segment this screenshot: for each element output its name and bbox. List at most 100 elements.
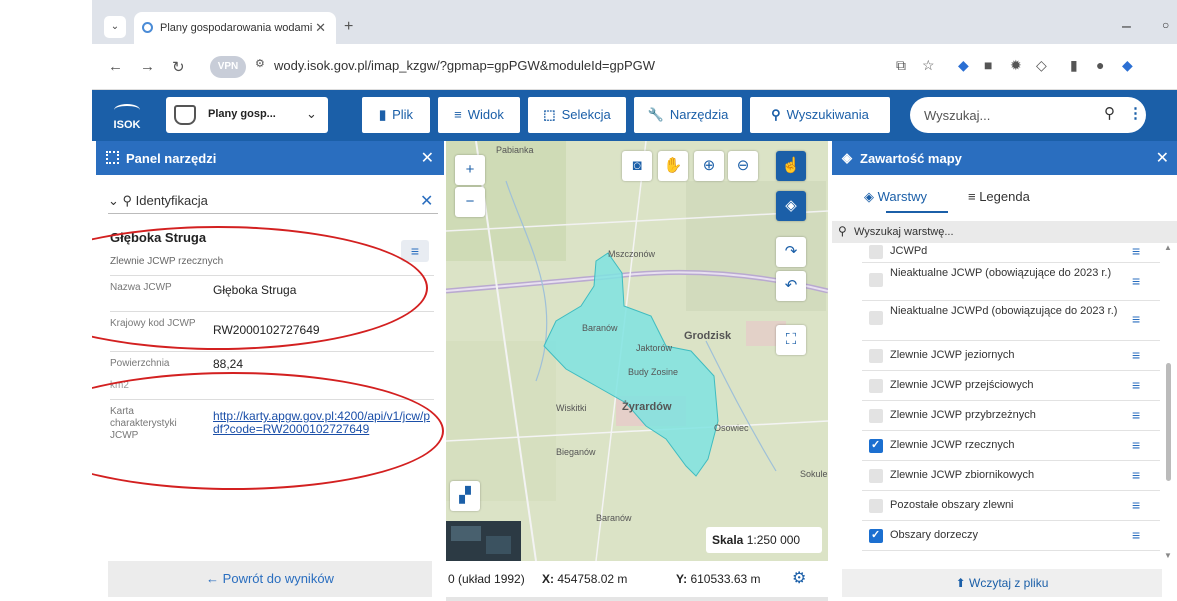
more-vertical-icon[interactable]: ⋮ <box>1128 104 1143 122</box>
selection-button[interactable]: ⬚ Selekcja <box>528 97 626 133</box>
layer-search-input[interactable] <box>854 225 1154 239</box>
new-tab-icon[interactable]: + <box>344 18 353 36</box>
file-button[interactable]: ▮ Plik <box>362 97 430 133</box>
layer-checkbox[interactable] <box>869 409 883 423</box>
zoom-in-area-icon[interactable]: ⊕ <box>694 151 724 181</box>
tab-legend[interactable]: ≡ Legenda <box>968 189 1030 204</box>
layer-item[interactable]: Nieaktualne JCWPd (obowiązujące do 2023 … <box>832 301 1162 341</box>
extension-icon[interactable]: ■ <box>984 57 992 73</box>
layer-checkbox[interactable] <box>869 499 883 513</box>
scroll-up-icon[interactable]: ▲ <box>1164 243 1172 252</box>
layer-scrollbar[interactable]: ▲ ▼ <box>1162 243 1174 563</box>
layer-item[interactable]: Zlewnie JCWP zbiornikowych ≡ <box>832 461 1162 491</box>
identification-close-icon[interactable]: ✕ <box>420 191 433 211</box>
layer-item[interactable]: Pozostałe obszary zlewni ≡ <box>832 491 1162 521</box>
identify-icon[interactable]: ☝ <box>776 151 806 181</box>
layer-item[interactable]: Zlewnie JCWP przejściowych ≡ <box>832 371 1162 401</box>
search-input[interactable] <box>924 106 1094 124</box>
close-icon[interactable]: ✕ <box>1156 148 1169 168</box>
settings-gear-icon[interactable]: ⚙ <box>792 561 806 597</box>
layer-menu-icon[interactable]: ≡ <box>1132 497 1140 513</box>
tab-strip: ⌄ Plany gospodarowania wodami ✕ + – ○ <box>92 0 1177 44</box>
favicon-icon <box>142 22 153 33</box>
layer-menu-icon[interactable]: ≡ <box>1132 527 1140 543</box>
layer-item[interactable]: Zlewnie JCWP jeziornych ≡ <box>832 341 1162 371</box>
load-from-file-button[interactable]: ⬆ Wczytaj z pliku <box>842 569 1162 597</box>
tools-button[interactable]: 🔧 Narzędzia <box>634 97 742 133</box>
layer-item[interactable]: Obszary dorzeczy ≡ <box>832 521 1162 551</box>
shield-icon[interactable]: ◆ <box>958 57 969 74</box>
layer-menu-icon[interactable]: ≡ <box>1132 467 1140 483</box>
layer-item[interactable]: Zlewnie JCWP rzecznych ≡ <box>832 431 1162 461</box>
tab-search-button[interactable]: ⌄ <box>104 16 126 38</box>
restore-icon[interactable]: ○ <box>1162 18 1169 32</box>
back-arrow-icon[interactable]: ← <box>108 58 123 75</box>
close-icon[interactable]: ✕ <box>421 148 434 168</box>
browser-window: ⌄ Plany gospodarowania wodami ✕ + – ○ ← … <box>92 0 1177 601</box>
back-to-results-button[interactable]: ← Powrót do wyników <box>108 561 432 597</box>
scale-value: 1:250 000 <box>746 533 801 547</box>
scroll-thumb[interactable] <box>1166 363 1171 481</box>
identification-section[interactable]: ⌄ ⚲ Identyfikacja <box>108 193 208 209</box>
tab-close-icon[interactable]: ✕ <box>315 12 326 44</box>
layer-item[interactable]: JCWPd ≡ <box>832 243 1162 263</box>
layer-item[interactable]: Zlewnie JCWP przybrzeżnych ≡ <box>832 401 1162 431</box>
zoom-in-button[interactable]: + <box>455 155 485 185</box>
layer-menu-icon[interactable]: ≡ <box>1132 407 1140 423</box>
layer-name: Zlewnie JCWP zbiornikowych <box>890 469 1035 481</box>
site-settings-icon[interactable]: ⚙ <box>255 57 265 70</box>
bell-icon[interactable]: ◇ <box>1036 57 1047 74</box>
layer-menu-icon[interactable]: ≡ <box>1132 437 1140 453</box>
layers-icon: ◈ <box>842 150 852 165</box>
layer-menu-icon[interactable]: ≡ <box>1132 377 1140 393</box>
puzzle-icon[interactable]: ✹ <box>1010 57 1022 74</box>
layer-checkbox[interactable] <box>869 469 883 483</box>
tab-layers[interactable]: ◈ Warstwy <box>864 189 927 205</box>
forward-arrow-icon[interactable]: → <box>140 58 155 75</box>
view-button[interactable]: ≡ Widok <box>438 97 520 133</box>
minimize-icon[interactable]: – <box>1122 18 1131 36</box>
layer-checkbox[interactable] <box>869 311 883 325</box>
layer-item[interactable]: Nieaktualne JCWP (obowiązujące do 2023 r… <box>832 263 1162 301</box>
fullscreen-icon[interactable]: ⛶ <box>776 325 806 355</box>
menu-icon[interactable]: ◆ <box>1122 57 1133 74</box>
search-icon[interactable]: ⚲ <box>1104 104 1115 122</box>
browser-tab[interactable]: Plany gospodarowania wodami ✕ <box>134 12 336 44</box>
layer-menu-icon[interactable]: ≡ <box>1132 243 1140 259</box>
layer-checkbox[interactable] <box>869 438 883 453</box>
bookmark-star-icon[interactable]: ☆ <box>922 57 935 74</box>
layer-menu-icon[interactable]: ≡ <box>1132 347 1140 363</box>
search-box: ⚲ ⋮ <box>910 97 1146 133</box>
layer-checkbox[interactable] <box>869 379 883 393</box>
zoom-out-button[interactable]: − <box>455 187 485 217</box>
sidebar-icon[interactable]: ▮ <box>1070 57 1078 74</box>
profile-icon[interactable]: ● <box>1096 57 1104 73</box>
tools-panel: Panel narzędzi ✕ ⌄ ⚲ Identyfikacja ✕ Głę… <box>96 141 444 601</box>
vpn-badge[interactable]: VPN <box>210 56 246 78</box>
zoom-out-area-icon[interactable]: ⊖ <box>728 151 758 181</box>
pan-hand-icon[interactable]: ✋ <box>658 151 688 181</box>
map-place-label: Wiskitki <box>556 403 587 413</box>
layer-menu-icon[interactable]: ≡ <box>1132 311 1140 327</box>
search-icon: ⚲ <box>838 224 847 238</box>
project-selector[interactable]: Plany gosp... ⌄ <box>166 97 328 133</box>
install-icon[interactable]: ⧉ <box>896 57 906 74</box>
layer-checkbox[interactable] <box>869 273 883 287</box>
basemap-icon[interactable]: ▞ <box>450 481 480 511</box>
layer-checkbox[interactable] <box>869 528 883 543</box>
layer-checkbox[interactable] <box>869 349 883 363</box>
tools-panel-header: Panel narzędzi ✕ <box>96 141 444 175</box>
layers-icon[interactable]: ◈ <box>776 191 806 221</box>
map-view[interactable]: Pabianka Mszczonów Baranów Jaktorów Grod… <box>446 141 828 601</box>
address-bar: ← → ↻ VPN ⚙ wody.isok.gov.pl/imap_kzgw/?… <box>92 44 1177 90</box>
searches-button[interactable]: ⚲ Wyszukiwania <box>750 97 890 133</box>
undo-icon[interactable]: ↶ <box>776 271 806 301</box>
scroll-down-icon[interactable]: ▼ <box>1164 551 1172 560</box>
feature-menu-icon[interactable]: ≡ <box>401 240 429 262</box>
redo-icon[interactable]: ↷ <box>776 237 806 267</box>
camera-icon[interactable]: ◙ <box>622 151 652 181</box>
layer-menu-icon[interactable]: ≡ <box>1132 273 1140 289</box>
reload-icon[interactable]: ↻ <box>172 58 185 76</box>
url-field[interactable]: wody.isok.gov.pl/imap_kzgw/?gpmap=gpPGW&… <box>274 58 655 73</box>
layer-checkbox[interactable] <box>869 245 883 259</box>
